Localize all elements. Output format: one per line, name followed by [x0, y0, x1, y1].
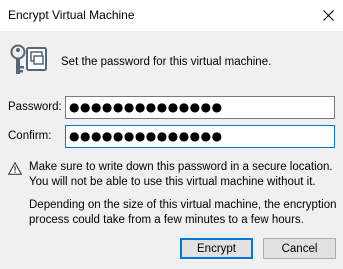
- close-icon: [322, 10, 334, 21]
- warning-icon: [8, 162, 22, 175]
- confirm-password-field[interactable]: ●●●●●●●●●●●●●●: [65, 125, 335, 148]
- close-button[interactable]: [313, 0, 343, 31]
- encrypt-button[interactable]: Encrypt: [180, 238, 253, 259]
- title-bar: Encrypt Virtual Machine: [0, 0, 343, 31]
- cancel-button[interactable]: Cancel: [263, 238, 336, 259]
- info-text: Depending on the size of this virtual ma…: [29, 199, 337, 226]
- password-field[interactable]: ●●●●●●●●●●●●●●: [65, 96, 335, 119]
- window-title: Encrypt Virtual Machine: [8, 8, 135, 22]
- password-label: Password:: [8, 101, 62, 113]
- confirm-label: Confirm:: [8, 130, 52, 142]
- vm-lock-icon: [10, 44, 47, 74]
- intro-text: Set the password for this virtual machin…: [61, 56, 272, 68]
- warning-text: Make sure to write down this password in…: [29, 161, 333, 188]
